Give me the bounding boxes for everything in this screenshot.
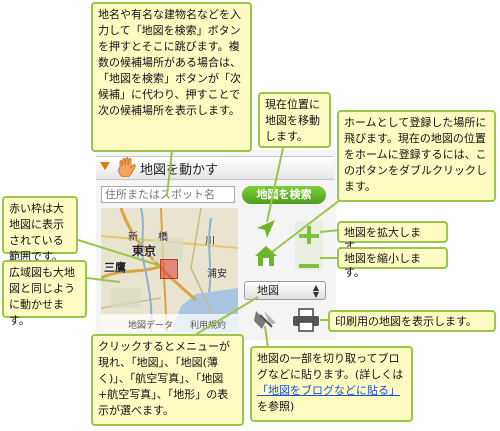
callout-zoom-in: 地図を拡大します。 (337, 221, 448, 253)
callout-print: 印刷用の地図を表示します。 (328, 310, 496, 332)
callout-red-frame: 赤い枠は大地図に表示されている範囲です。 (2, 196, 78, 263)
callout-search: 地名や有名な建物名などを入力して「地図を検索」ボタンを押すとそこに跳びます。複数… (91, 2, 252, 152)
callout-location: 現在位置に地図を移動します。 (258, 92, 331, 148)
callout-clip-text: 地図の一部を切り取ってブログなどに貼ります。(詳しくは (257, 352, 404, 381)
callout-wide-map: 広域図も大地図と同じように動かせます。 (2, 260, 87, 327)
callout-clip: 地図の一部を切り取ってブログなどに貼ります。(詳しくは「地図をブログなどに貼る」… (250, 346, 413, 422)
callout-map-type: クリックするとメニューが現れ、「地図」、「地図(薄く)」、「航空写真」、「地図+… (91, 334, 244, 426)
callout-home: ホームとして登録した場所に飛びます。現在の地図の位置をホームに登録するには、この… (337, 110, 496, 202)
callout-zoom-out: 地図を縮小します。 (337, 247, 448, 279)
blog-paste-link[interactable]: 「地図をブログなどに貼る」 (257, 384, 400, 397)
callout-clip-tail: を参照) (257, 400, 295, 413)
